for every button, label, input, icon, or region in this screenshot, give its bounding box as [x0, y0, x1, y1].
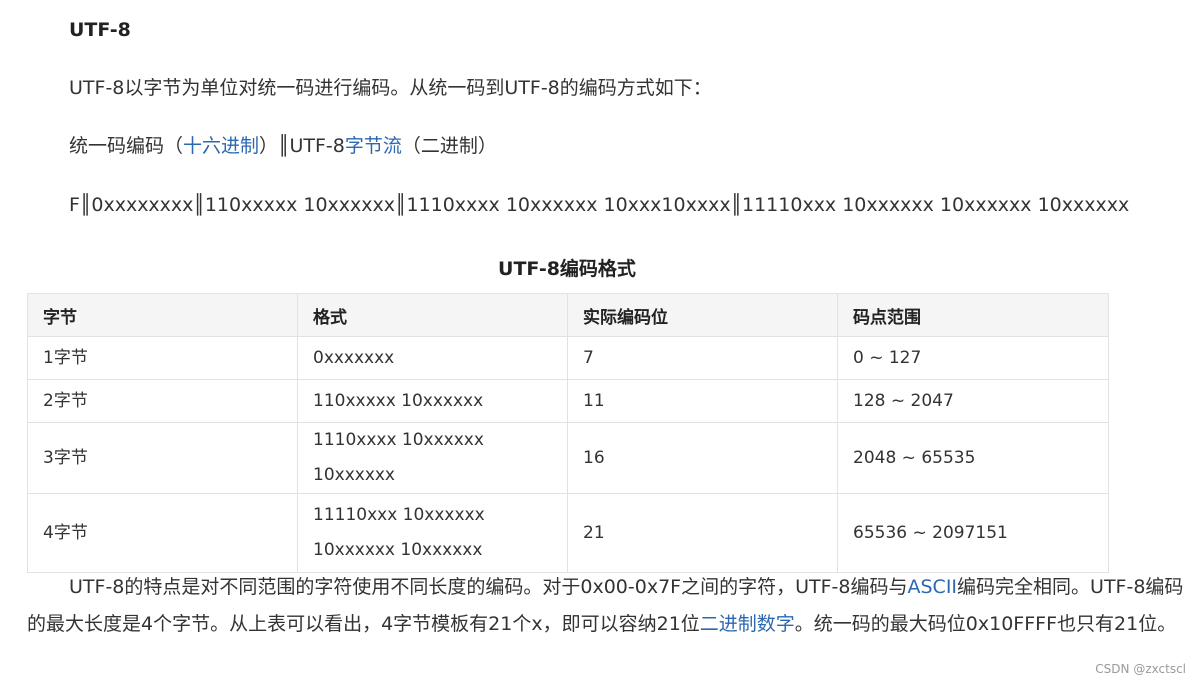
table-cell: 3字节: [27, 422, 298, 494]
column-header-format: 格式: [297, 293, 568, 337]
table-cell: 21: [567, 493, 838, 573]
table-row: 1字节 0xxxxxxx 7 0 ~ 127: [27, 336, 1109, 380]
hexadecimal-link[interactable]: 十六进制: [183, 135, 259, 157]
pattern-line: F║0xxxxxxxx║110xxxxx 10xxxxxx║1110xxxx 1…: [69, 194, 1130, 216]
mapping-text-2: ）║UTF-8: [259, 135, 345, 157]
table-cell: 4字节: [27, 493, 298, 573]
table-header-row: 字节 格式 实际编码位 码点范围: [27, 293, 1109, 337]
mapping-line: 统一码编码（十六进制）║UTF-8字节流（二进制）: [69, 132, 497, 160]
column-header-bits: 实际编码位: [567, 293, 838, 337]
table-row: 3字节 1110xxxx 10xxxxxx 10xxxxxx 16 2048 ~…: [27, 422, 1109, 494]
ascii-link[interactable]: ASCII: [908, 576, 958, 598]
table-cell: 16: [567, 422, 838, 494]
utf8-format-table: 字节 格式 实际编码位 码点范围 1字节 0xxxxxxx 7 0 ~ 127 …: [27, 293, 1109, 573]
column-header-bytes: 字节: [27, 293, 298, 337]
table-caption: UTF-8编码格式: [498, 258, 636, 280]
table-cell: 2048 ~ 65535: [837, 422, 1109, 494]
table-cell: 0xxxxxxx: [297, 336, 568, 380]
table-cell: 65536 ~ 2097151: [837, 493, 1109, 573]
table-cell: 128 ~ 2047: [837, 379, 1109, 423]
conclusion-paragraph: UTF-8的特点是对不同范围的字符使用不同长度的编码。对于0x00-0x7F之间…: [27, 569, 1187, 643]
conclusion-text-3: 。统一码的最大码位0x10FFFF也只有21位。: [794, 613, 1177, 635]
section-heading: UTF-8: [69, 19, 131, 41]
table-cell: 1字节: [27, 336, 298, 380]
table-cell: 11: [567, 379, 838, 423]
mapping-text-3: （二进制）: [401, 135, 497, 157]
table-cell: 2字节: [27, 379, 298, 423]
intro-paragraph: UTF-8以字节为单位对统一码进行编码。从统一码到UTF-8的编码方式如下：: [69, 77, 712, 99]
table-cell: 11110xxx 10xxxxxx 10xxxxxx 10xxxxxx: [297, 493, 568, 573]
table-cell: 110xxxxx 10xxxxxx: [297, 379, 568, 423]
mapping-text-1: 统一码编码（: [69, 135, 184, 157]
binary-digit-link[interactable]: 二进制数字: [700, 613, 795, 635]
table-row: 2字节 110xxxxx 10xxxxxx 11 128 ~ 2047: [27, 379, 1109, 423]
table-row: 4字节 11110xxx 10xxxxxx 10xxxxxx 10xxxxxx …: [27, 493, 1109, 573]
csdn-watermark: CSDN @zxctscl: [1095, 662, 1186, 676]
table-cell: 0 ~ 127: [837, 336, 1109, 380]
table-cell: 1110xxxx 10xxxxxx 10xxxxxx: [297, 422, 568, 494]
byte-stream-link[interactable]: 字节流: [345, 135, 402, 157]
table-cell: 7: [567, 336, 838, 380]
conclusion-text-1: UTF-8的特点是对不同范围的字符使用不同长度的编码。对于0x00-0x7F之间…: [69, 576, 908, 598]
column-header-range: 码点范围: [837, 293, 1109, 337]
